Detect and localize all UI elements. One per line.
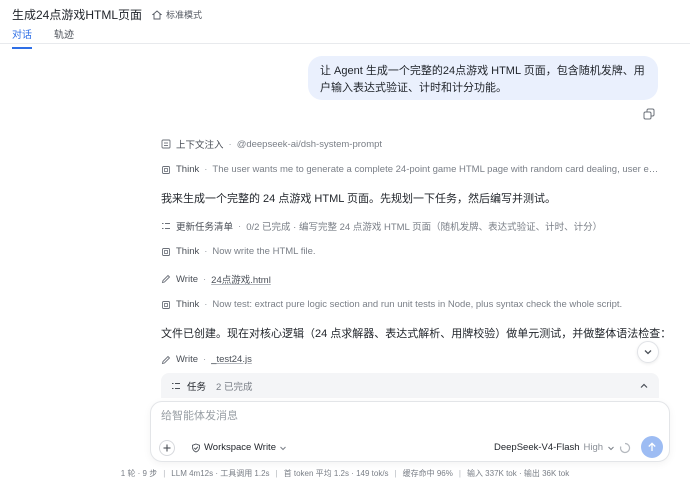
separator-dot: · [204, 299, 208, 310]
title-row: 生成24点游戏HTML页面 标准模式 [12, 6, 202, 23]
think-icon [162, 165, 170, 174]
status-llm: LLM 4m12s · 工具调用 1.2s [171, 469, 270, 478]
chevron-down-icon [644, 350, 652, 355]
mode-icon [152, 9, 163, 19]
activity-name: 上下文注入 [176, 140, 224, 151]
status-first-token: 首 token 平均 1.2s · 149 tok/s [283, 469, 389, 478]
activity-name: Write [176, 273, 198, 285]
separator-dot: · [238, 220, 242, 232]
chevron-down-icon [608, 446, 614, 450]
arrow-up-icon [648, 442, 656, 451]
activity-think[interactable]: Think · Now write the HTML file. [161, 246, 316, 257]
checklist-icon [162, 223, 170, 229]
tasks-label: 任务 [187, 381, 207, 393]
separator-dot: · [204, 164, 208, 175]
mode-indicator[interactable]: 标准模式 [152, 8, 202, 21]
tasks-bar[interactable]: 任务 2 已完成 [161, 373, 659, 398]
list-icon [161, 139, 171, 149]
activity-context-inject[interactable]: 上下文注入 · @deepseek-ai/dsh-system-prompt [161, 137, 382, 151]
status-separator: | [163, 469, 166, 478]
tab-chat[interactable]: 对话 [12, 26, 32, 49]
message-input[interactable] [161, 410, 641, 422]
separator-dot: · [203, 273, 207, 285]
user-message-bubble: 让 Agent 生成一个完整的24点游戏 HTML 页面，包含随机发牌、用户输入… [308, 56, 658, 100]
file-link[interactable]: 24点游戏.html [211, 272, 271, 286]
status-separator: | [275, 469, 278, 478]
activity-desc: @deepseek-ai/dsh-system-prompt [236, 138, 383, 150]
status-bar: 1 轮 · 9 步 | LLM 4m12s · 工具调用 1.2s | 首 token … [0, 468, 690, 479]
activity-think[interactable]: Think · The user wants me to generate a … [161, 164, 659, 175]
activity-think[interactable]: Think · Now test: extract pure logic sec… [161, 299, 622, 310]
message-composer: Workspace Write DeepSeek-V4-Flash High [150, 401, 670, 462]
activity-write[interactable]: Write · _test24.js [161, 354, 252, 365]
activity-write[interactable]: Write · 24点游戏.html [161, 272, 271, 286]
status-cache: 缓存命中 96% [402, 469, 453, 478]
plus-icon [163, 444, 171, 452]
chevron-up-icon [640, 383, 648, 388]
activity-name: Write [176, 354, 198, 365]
file-link[interactable]: _test24.js [211, 354, 252, 365]
assistant-paragraph: 我来生成一个完整的 24 点游戏 HTML 页面。先规划一下任务，然后编写并测试… [161, 193, 556, 205]
loading-icon [619, 442, 631, 454]
status-separator: | [394, 469, 397, 478]
checklist-icon [172, 382, 180, 389]
tab-bar: 对话 轨迹 [12, 26, 74, 49]
activity-desc: 0/2 已完成 · 编写完整 24 点游戏 HTML 页面（随机发牌、表达式验证… [246, 222, 603, 233]
activity-update-tasks[interactable]: 更新任务清单 · 0/2 已完成 · 编写完整 24 点游戏 HTML 页面（随… [161, 219, 602, 233]
separator-dot: · [203, 354, 207, 365]
model-select[interactable]: DeepSeek-V4-Flash High [494, 442, 615, 453]
tab-trajectory[interactable]: 轨迹 [54, 26, 74, 49]
status-separator: | [458, 469, 461, 478]
tasks-count: 2 已完成 [216, 381, 253, 393]
pencil-icon [161, 355, 171, 364]
assistant-paragraph: 文件已创建。现在对核心逻辑（24 点求解器、表达式解析、用牌校验）做单元测试，并… [161, 328, 672, 340]
think-icon [162, 300, 170, 309]
status-io: 输入 337K tok · 输出 36K tok [466, 469, 570, 478]
pencil-icon [161, 274, 171, 284]
activity-name: 更新任务清单 [176, 222, 234, 233]
model-level: High [583, 442, 604, 453]
model-name: DeepSeek-V4-Flash [494, 442, 580, 453]
workspace-label: Workspace Write [204, 442, 276, 453]
mode-label: 标准模式 [166, 10, 203, 20]
separator-dot: · [204, 246, 208, 257]
copy-icon[interactable] [643, 108, 655, 120]
scroll-down-button[interactable] [637, 341, 659, 363]
think-icon [162, 247, 170, 256]
activity-name: Think [176, 246, 200, 257]
chevron-down-icon [280, 446, 286, 450]
status-turns: 1 轮 · 9 步 [120, 469, 158, 478]
shield-icon [192, 443, 200, 452]
send-button[interactable] [641, 436, 663, 458]
activity-desc: Now write the HTML file. [212, 246, 316, 257]
workspace-mode-select[interactable]: Workspace Write [191, 442, 287, 453]
header-divider [0, 43, 690, 44]
add-attachment-button[interactable] [159, 440, 175, 456]
page-title: 生成24点游戏HTML页面 [12, 8, 143, 22]
separator-dot: · [228, 138, 232, 150]
activity-name: Think [176, 299, 200, 310]
activity-name: Think [176, 164, 200, 175]
activity-desc: The user wants me to generate a complete… [212, 164, 659, 175]
activity-desc: Now test: extract pure logic section and… [212, 299, 623, 310]
